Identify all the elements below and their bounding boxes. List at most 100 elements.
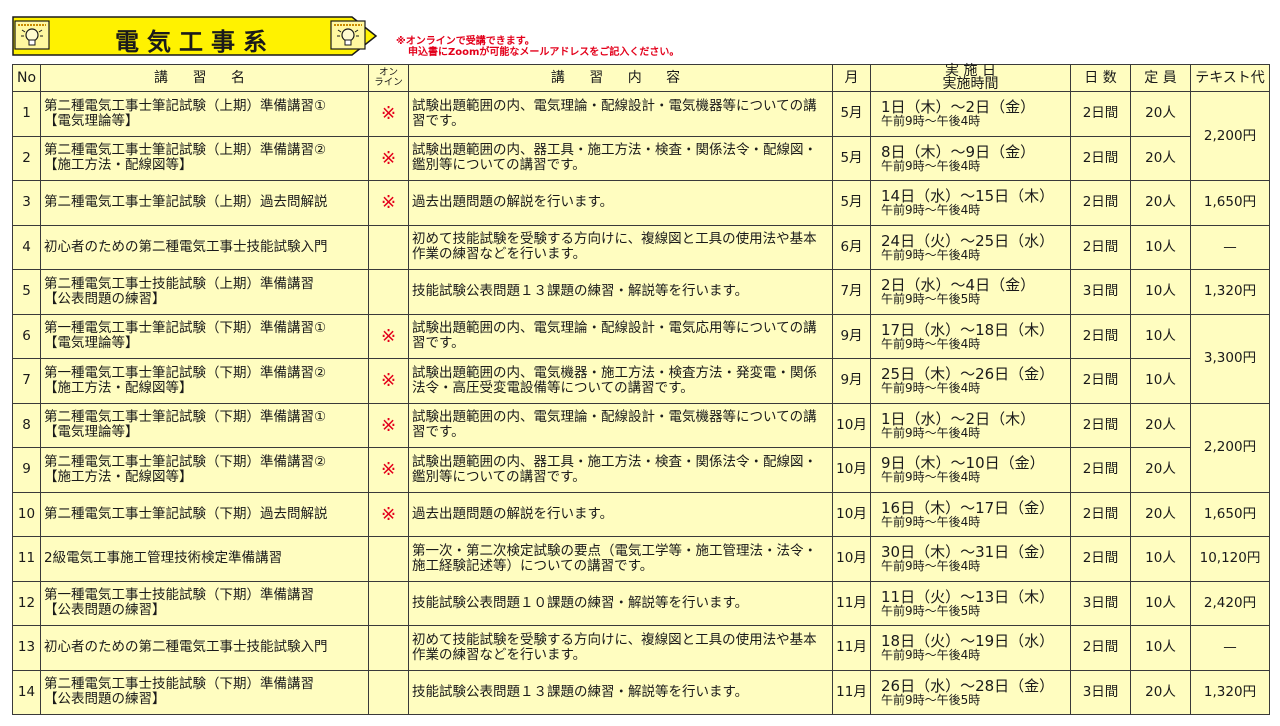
time-range: 午前9時～午後4時 xyxy=(881,203,981,218)
notice-line-2: 申込書にZoomが可能なメールアドレスをご記入ください。 xyxy=(408,47,680,58)
course-content-line-2: 習です。 xyxy=(412,335,465,352)
month-text: 9月 xyxy=(840,372,863,389)
notice-line-1: ※オンラインで受講できます。 xyxy=(396,36,535,47)
row-number: 1 xyxy=(12,91,41,137)
row-number-text: 13 xyxy=(17,639,36,656)
days-text: 2日間 xyxy=(1082,461,1119,478)
online-mark-cell: ※ xyxy=(368,402,409,448)
course-content-line-2: 鑑別等についての講習です。 xyxy=(412,157,586,174)
date-range: 17日（水）～18日（木） xyxy=(881,320,1055,339)
course-content-cell: 試験出題範囲の内、電気理論・配線設計・電気応用等についての講 習です。 xyxy=(408,313,833,359)
month-cell: 9月 xyxy=(832,313,871,359)
course-name-cell: 第二種電気工事士技能試験（下期）準備講習 【公表問題の練習】 xyxy=(40,669,369,715)
course-content-line-2: 習です。 xyxy=(412,112,465,129)
row-number-text: 5 xyxy=(22,283,31,300)
course-content-line-1: 技能試験公表問題１３課題の練習・解説等を行います。 xyxy=(412,283,749,300)
capacity-cell: 20人 xyxy=(1130,447,1191,493)
course-content-line-1: 試験出題範囲の内、電気機器・施工方法・検査方法・発変電・関係 xyxy=(412,364,817,381)
date-range: 1日（水）～2日（木） xyxy=(881,409,1036,428)
time-range: 午前9時～午後4時 xyxy=(881,114,981,129)
course-name-line-1: 第二種電気工事士技能試験（上期）準備講習 xyxy=(44,275,314,292)
course-name-cell: 第二種電気工事士筆記試験（下期）準備講習① 【電気理論等】 xyxy=(40,402,369,448)
days-cell: 3日間 xyxy=(1070,269,1131,315)
date-range: 26日（水）～28日（金） xyxy=(881,676,1055,695)
course-name-line-1: 第二種電気工事士筆記試験（上期）準備講習② xyxy=(44,142,327,159)
online-mark-cell xyxy=(368,269,409,315)
course-name-line-2: 【電気理論等】 xyxy=(44,335,139,352)
capacity-cell: 10人 xyxy=(1130,580,1191,626)
online-mark: ※ xyxy=(380,459,397,481)
row-number: 14 xyxy=(12,669,41,715)
month-text: 9月 xyxy=(840,327,863,344)
text-fee-value: 1,320円 xyxy=(1203,283,1257,300)
date-cell: 16日（木）～17日（金） 午前9時～午後4時 xyxy=(870,491,1071,537)
course-content-line-1: 試験出題範囲の内、器工具・施工方法・検査・関係法令・配線図・ xyxy=(412,453,817,470)
header-content: 講 習 内 容 xyxy=(408,64,833,92)
date-range: 24日（火）～25日（水） xyxy=(881,231,1055,250)
time-range: 午前9時～午後4時 xyxy=(881,381,981,396)
row-number-text: 6 xyxy=(22,327,31,344)
course-content-line-2: 施工経験記述等）についての講習です。 xyxy=(412,557,654,574)
course-content-cell: 試験出題範囲の内、電気理論・配線設計・電気機器等についての講 習です。 xyxy=(408,91,833,137)
month-cell: 11月 xyxy=(832,669,871,715)
capacity-text: 10人 xyxy=(1145,594,1176,611)
date-range: 9日（木）～10日（金） xyxy=(881,454,1045,473)
row-number-text: 9 xyxy=(22,461,31,478)
table-row: 12 第一種電気工事士技能試験（下期）準備講習 【公表問題の練習】 技能試験公表問題１… xyxy=(12,580,1270,626)
capacity-text: 20人 xyxy=(1145,505,1176,522)
month-text: 10月 xyxy=(836,505,867,522)
date-cell: 30日（木）～31日（金） 午前9時～午後4時 xyxy=(870,536,1071,582)
light-bulb-icon xyxy=(14,20,50,50)
month-text: 11月 xyxy=(836,639,867,656)
month-cell: 11月 xyxy=(832,580,871,626)
online-mark: ※ xyxy=(380,147,397,169)
date-cell: 1日（水）～2日（木） 午前9時～午後4時 xyxy=(870,402,1071,448)
course-content-cell: 試験出題範囲の内、器工具・施工方法・検査・関係法令・配線図・ 鑑別等についての講習… xyxy=(408,447,833,493)
course-content-cell: 試験出題範囲の内、器工具・施工方法・検査・関係法令・配線図・ 鑑別等についての講習… xyxy=(408,135,833,181)
course-content-cell: 過去出題問題の解説を行います。 xyxy=(408,180,833,226)
course-content-line-2: 習です。 xyxy=(412,424,465,441)
days-text: 3日間 xyxy=(1082,594,1119,611)
course-name-line-1: 第二種電気工事士技能試験（下期）準備講習 xyxy=(44,676,314,693)
row-number-text: 3 xyxy=(22,194,31,211)
text-fee-value: 2,200円 xyxy=(1203,127,1257,144)
row-number: 2 xyxy=(12,135,41,181)
capacity-text: 10人 xyxy=(1145,238,1176,255)
course-content-line-1: 第一次・第二次検定試験の要点（電気工学等・施工管理法・法令・ xyxy=(412,542,817,559)
header-date-line-2: 実施時間 xyxy=(942,76,999,92)
capacity-text: 10人 xyxy=(1145,550,1176,567)
online-mark-cell: ※ xyxy=(368,358,409,404)
table-row: 3 第二種電気工事士筆記試験（上期）過去問解説 ※ 過去出題問題の解説を行います。 5月… xyxy=(12,180,1270,226)
header-month: 月 xyxy=(832,64,871,92)
table-row: 10 第二種電気工事士筆記試験（下期）過去問解説 ※ 過去出題問題の解説を行います。 1… xyxy=(12,491,1270,537)
course-name-line-1: 第二種電気工事士筆記試験（上期）過去問解説 xyxy=(44,194,328,211)
date-cell: 1日（木）～2日（金） 午前9時～午後4時 xyxy=(870,91,1071,137)
online-mark: ※ xyxy=(380,414,397,436)
row-number: 4 xyxy=(12,224,41,270)
text-fee-value: 10,120円 xyxy=(1199,550,1261,567)
online-mark: ※ xyxy=(380,103,397,125)
date-cell: 9日（木）～10日（金） 午前9時～午後4時 xyxy=(870,447,1071,493)
month-text: 10月 xyxy=(836,550,867,567)
table-row: 4 初心者のための第二種電気工事士技能試験入門 初めて技能試験を受験する方向けに、複… xyxy=(12,224,1270,270)
header-online: オン ライン xyxy=(368,64,409,92)
row-number: 13 xyxy=(12,625,41,671)
month-cell: 10月 xyxy=(832,491,871,537)
row-number-text: 1 xyxy=(22,105,31,122)
days-text: 2日間 xyxy=(1082,372,1119,389)
course-content-line-1: 試験出題範囲の内、器工具・施工方法・検査・関係法令・配線図・ xyxy=(412,142,817,159)
online-mark: ※ xyxy=(380,325,397,347)
course-content-line-1: 技能試験公表問題１０課題の練習・解説等を行います。 xyxy=(412,594,749,611)
days-cell: 2日間 xyxy=(1070,135,1131,181)
time-range: 午前9時～午後4時 xyxy=(881,514,981,529)
capacity-text: 10人 xyxy=(1145,327,1176,344)
days-text: 2日間 xyxy=(1082,194,1119,211)
online-mark: ※ xyxy=(380,192,397,214)
capacity-text: 20人 xyxy=(1145,461,1176,478)
course-name-line-1: 第一種電気工事士筆記試験（下期）準備講習② xyxy=(44,364,327,381)
days-text: 2日間 xyxy=(1082,238,1119,255)
table-row: 14 第二種電気工事士技能試験（下期）準備講習 【公表問題の練習】 技能試験公表問題１… xyxy=(12,669,1270,715)
row-number: 9 xyxy=(12,447,41,493)
text-fee-cell: 1,650円 xyxy=(1190,491,1270,537)
row-number-text: 7 xyxy=(22,372,31,389)
